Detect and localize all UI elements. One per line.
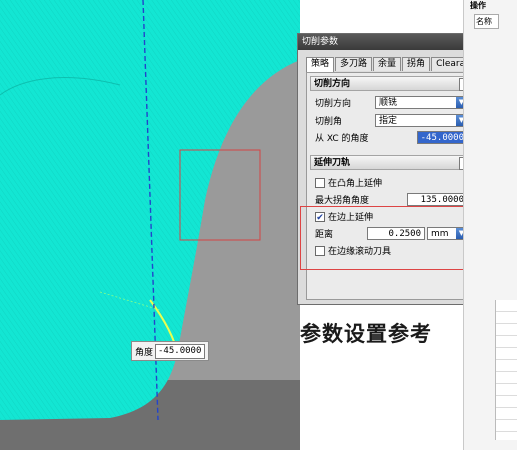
from-xc-row: 从 XC 的角度 bbox=[315, 130, 369, 145]
convex-corner-checkbox[interactable] bbox=[315, 177, 325, 188]
cut-angle-label: 切削角 bbox=[315, 117, 343, 127]
angle-value-input[interactable]: -45.0000 bbox=[155, 343, 206, 359]
tab-strategy[interactable]: 策略 bbox=[306, 57, 335, 73]
cut-direction-group-title: 切削方向 bbox=[314, 79, 351, 89]
convex-corner-label: 在凸角上延伸 bbox=[328, 179, 383, 189]
from-xc-label: 从 XC 的角度 bbox=[315, 134, 369, 144]
cut-direction-label: 切削方向 bbox=[315, 99, 352, 109]
max-corner-label: 最大拐角角度 bbox=[315, 196, 370, 206]
cut-direction-group-header[interactable]: 切削方向 ∧ bbox=[310, 76, 475, 91]
model-surface bbox=[0, 0, 300, 450]
cut-angle-select[interactable]: 指定 ▼ bbox=[375, 114, 468, 127]
caption-text: 参数设置参考 bbox=[300, 321, 432, 346]
tab-multiple-passes[interactable]: 多刀路 bbox=[335, 57, 373, 71]
side-doc-name-field: 名称 bbox=[474, 14, 499, 29]
cut-direction-row: 切削方向 bbox=[315, 95, 351, 110]
cut-angle-value: 指定 bbox=[379, 116, 398, 126]
extend-toolpath-group-header[interactable]: 延伸刀轨 ∧ bbox=[310, 155, 475, 170]
max-corner-angle-input[interactable]: 135.0000 bbox=[407, 193, 468, 206]
extend-toolpath-group-title: 延伸刀轨 bbox=[314, 158, 351, 168]
angle-label: 角度 bbox=[135, 347, 154, 358]
cut-angle-row: 切削角 bbox=[315, 113, 342, 128]
tab-stock[interactable]: 余量 bbox=[373, 57, 402, 71]
angle-input-tag[interactable]: 角度 -45.0000 bbox=[131, 341, 210, 361]
side-doc-rows bbox=[495, 300, 517, 440]
cut-direction-select[interactable]: 顺铣 ▼ bbox=[375, 96, 468, 109]
from-xc-angle-input[interactable]: -45.0000 bbox=[417, 131, 468, 144]
convex-corner-row[interactable]: 在凸角上延伸 bbox=[315, 175, 382, 190]
tab-corners[interactable]: 拐角 bbox=[402, 57, 431, 71]
graphics-viewport[interactable]: 角度 -45.0000 bbox=[0, 0, 300, 450]
cut-direction-value: 顺铣 bbox=[379, 98, 398, 108]
highlight-box bbox=[300, 206, 477, 270]
max-corner-row: 最大拐角角度 bbox=[315, 192, 369, 207]
side-doc-header: 操作 bbox=[470, 1, 486, 10]
